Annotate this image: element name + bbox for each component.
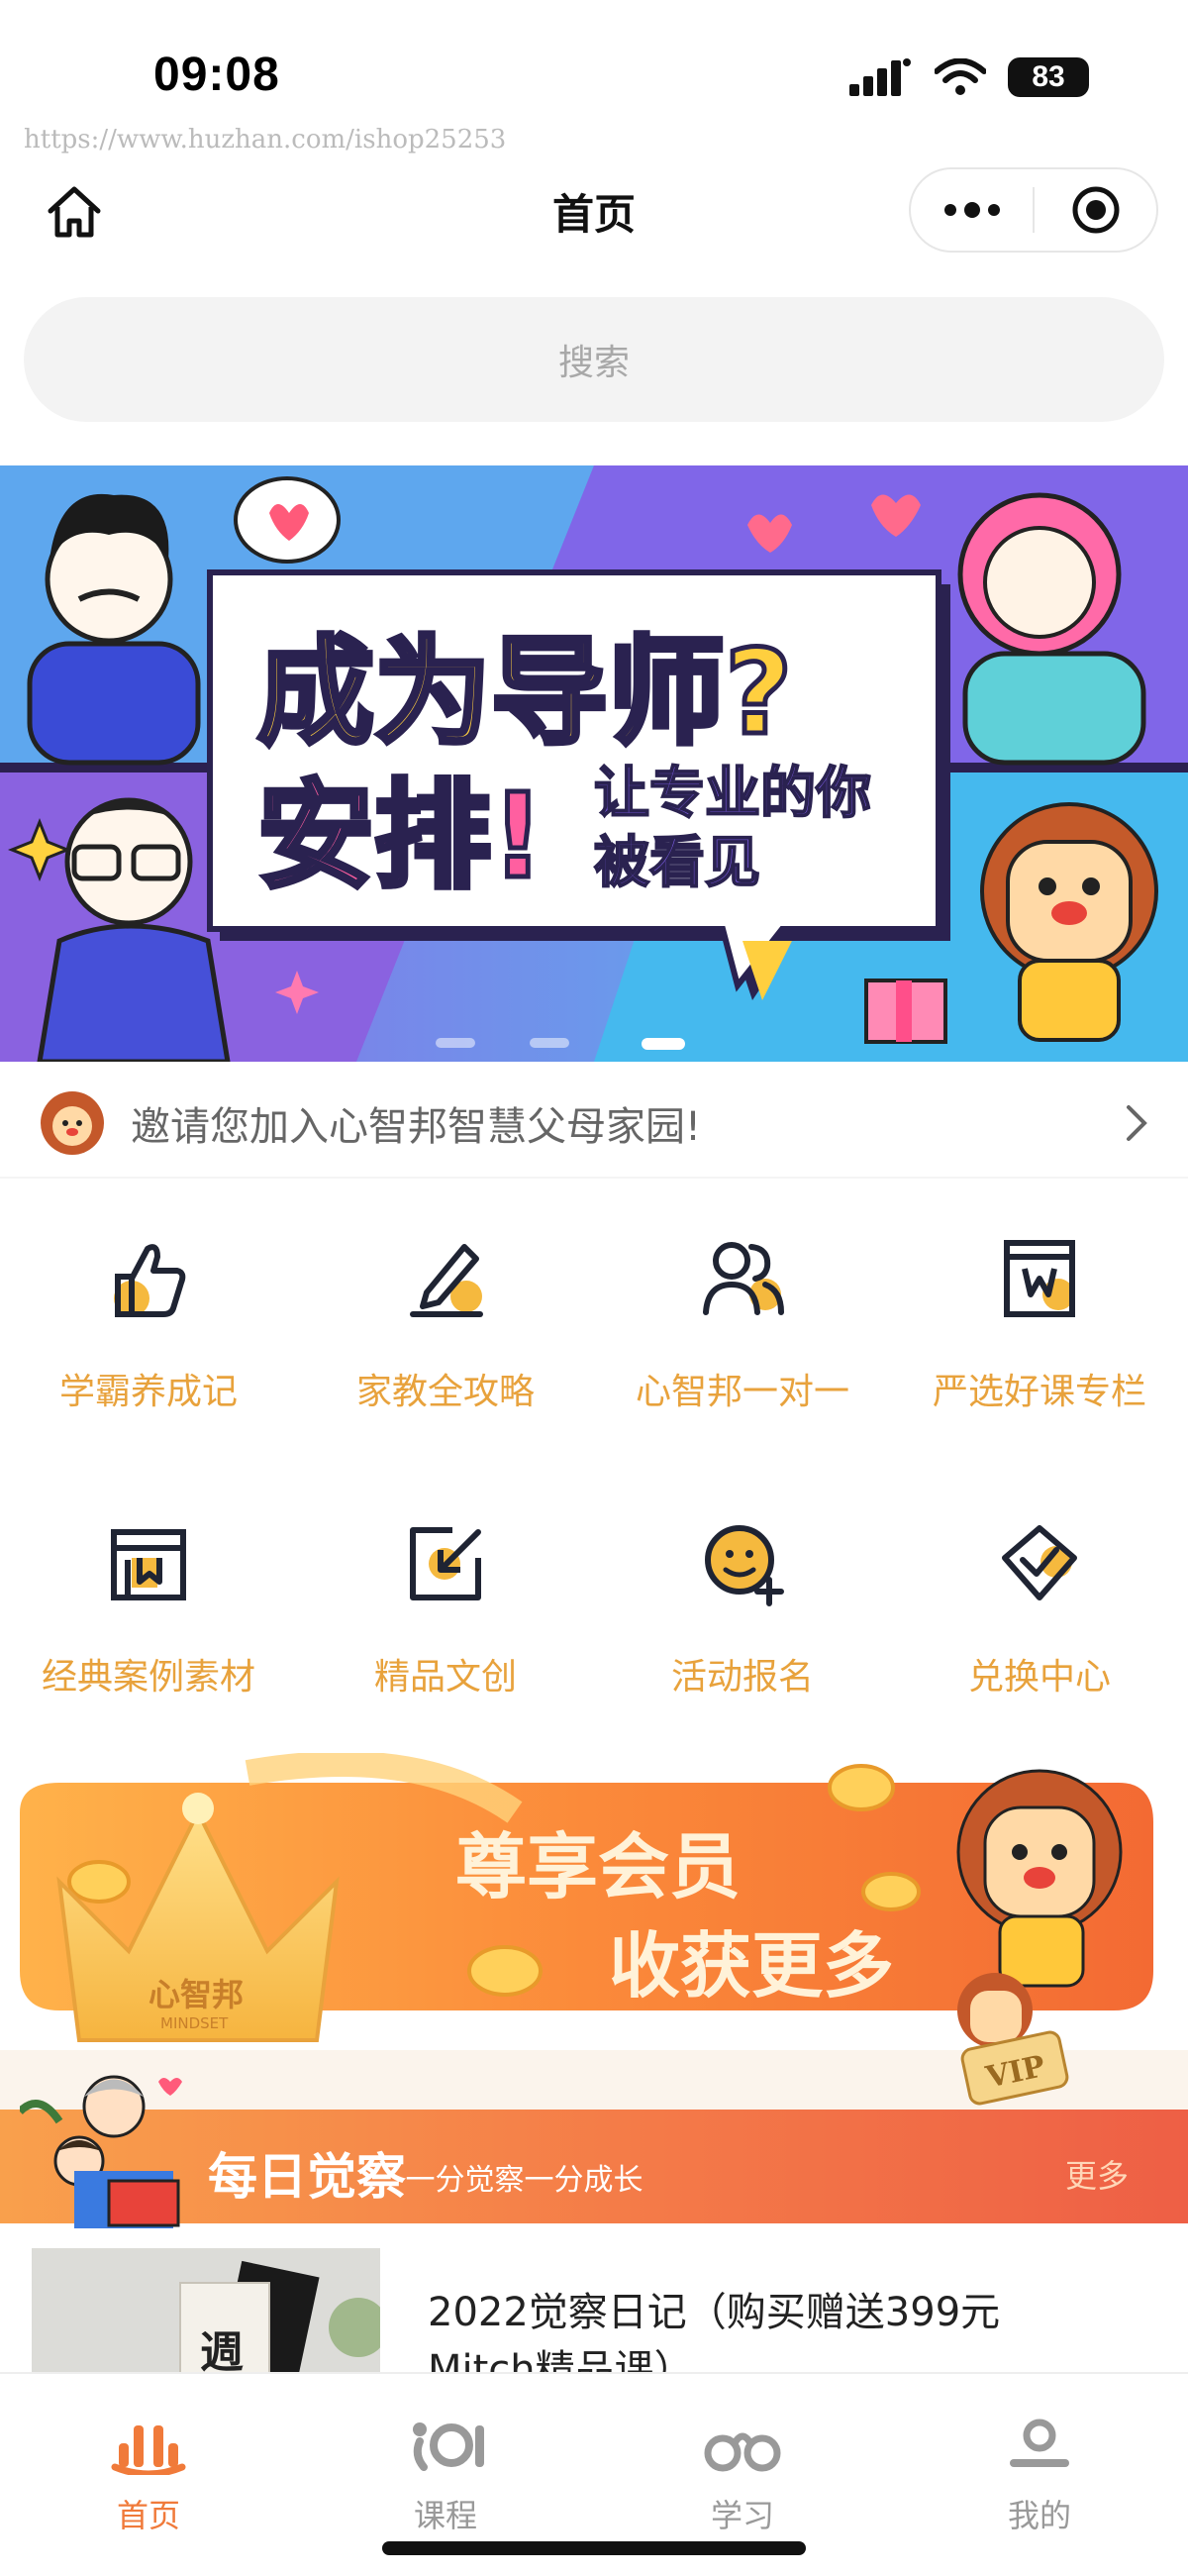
tab-profile[interactable]: 我的 bbox=[891, 2374, 1188, 2576]
daily-more-link[interactable]: 更多 bbox=[1065, 2151, 1129, 2197]
home-button[interactable] bbox=[40, 177, 109, 247]
smile-add-icon bbox=[705, 1525, 784, 1606]
nav-bar: 首页 bbox=[0, 163, 1188, 258]
watermark-url: https://www.huzhan.com/ishop25253 bbox=[24, 125, 507, 155]
tab-label: 学习 bbox=[710, 2497, 774, 2534]
battery-indicator: 83 bbox=[1008, 57, 1089, 97]
banner-dot-active[interactable] bbox=[642, 1038, 685, 1050]
banner-illustration: 成为导师? 安排! 让专业的你 被看见 bbox=[0, 465, 1188, 1062]
promo-banner[interactable]: 成为导师? 安排! 让专业的你 被看见 bbox=[0, 465, 1188, 1062]
status-time: 09:08 bbox=[153, 49, 280, 101]
mini-program-capsule bbox=[909, 167, 1158, 253]
target-close-icon bbox=[1072, 186, 1119, 234]
menu-label: 心智邦一对一 bbox=[635, 1372, 849, 1412]
menu-item-wenchuang[interactable]: 精品文创 bbox=[297, 1513, 594, 1700]
users-icon bbox=[703, 1242, 784, 1315]
banner-headline: 成为导师? bbox=[257, 624, 792, 761]
close-button[interactable] bbox=[1035, 169, 1156, 251]
menu-item-cases[interactable]: 经典案例素材 bbox=[0, 1513, 297, 1700]
banner-subline: 安排! bbox=[257, 768, 544, 904]
thumb-text: 週 bbox=[200, 2327, 244, 2377]
menu-label: 精品文创 bbox=[373, 1657, 517, 1698]
crown-brand: 心智邦 bbox=[148, 1976, 244, 2013]
vip-line2: 收获更多 bbox=[609, 1924, 894, 2008]
banner-tagline-line1: 让专业的你 bbox=[594, 762, 871, 826]
notice-bar[interactable]: 邀请您加入心智邦智慧父母家园! bbox=[0, 1070, 1188, 1179]
more-button[interactable] bbox=[911, 169, 1033, 251]
status-icons: 83 bbox=[849, 57, 1089, 97]
notice-text: 邀请您加入心智邦智慧父母家园! bbox=[131, 1104, 702, 1150]
diamond-check-icon bbox=[1002, 1525, 1077, 1600]
tab-label: 首页 bbox=[116, 2497, 180, 2534]
daily-subtitle: ·一分觉察一分成长 bbox=[396, 2163, 644, 2198]
search-placeholder: 搜索 bbox=[557, 343, 630, 383]
edit-square-icon bbox=[410, 1527, 481, 1600]
daily-title: 每日觉察 bbox=[208, 2147, 406, 2206]
menu-label: 兑换中心 bbox=[967, 1657, 1111, 1698]
tab-label: 我的 bbox=[1007, 2497, 1071, 2534]
menu-item-one-on-one[interactable]: 心智邦一对一 bbox=[594, 1228, 891, 1414]
home-indicator bbox=[382, 2541, 806, 2555]
banner-dot[interactable] bbox=[530, 1038, 569, 1048]
menu-item-events[interactable]: 活动报名 bbox=[594, 1513, 891, 1700]
banner-dot[interactable] bbox=[436, 1038, 475, 1048]
article-thumbnail: 週 bbox=[32, 2248, 380, 2377]
tab-label: 课程 bbox=[413, 2497, 477, 2534]
banner-tagline-line2: 被看见 bbox=[594, 831, 760, 895]
pen-icon bbox=[410, 1244, 483, 1317]
bookmark-book-icon bbox=[111, 1529, 186, 1600]
more-dots-icon bbox=[943, 202, 1000, 218]
parent-child-illustration bbox=[20, 2075, 182, 2228]
menu-item-courses[interactable]: 严选好课专栏 bbox=[891, 1228, 1188, 1414]
article-item[interactable]: 週 2022觉察日记（购买赠送399元Mitch精品课） bbox=[32, 2248, 1160, 2393]
menu-item-xueba[interactable]: 学霸养成记 bbox=[0, 1228, 297, 1414]
home-icon bbox=[48, 186, 101, 238]
thumbs-up-icon bbox=[114, 1244, 186, 1317]
book-frame-icon bbox=[1004, 1240, 1075, 1317]
crown-brand-en: MINDSET bbox=[160, 2014, 229, 2032]
menu-label: 严选好课专栏 bbox=[932, 1372, 1146, 1412]
menu-label: 家教全攻略 bbox=[355, 1372, 535, 1412]
tab-home[interactable]: 首页 bbox=[0, 2374, 297, 2576]
glasses-icon bbox=[704, 2432, 781, 2472]
vip-line1: 尊享会员 bbox=[455, 1825, 741, 1908]
cellular-signal-icon bbox=[849, 58, 911, 96]
menu-label: 活动报名 bbox=[670, 1657, 814, 1698]
menu-item-exchange[interactable]: 兑换中心 bbox=[891, 1513, 1188, 1700]
wifi-icon bbox=[935, 58, 986, 95]
course-icon bbox=[413, 2422, 484, 2471]
status-bar: 09:08 83 bbox=[0, 0, 1188, 139]
menu-label: 学霸养成记 bbox=[58, 1372, 238, 1412]
home-bars-icon bbox=[111, 2425, 186, 2475]
menu-label: 经典案例素材 bbox=[41, 1657, 255, 1698]
menu-grid: 学霸养成记 家教全攻略 心智邦一对一 严选好课专栏 经典案例素材 精品文创 活动… bbox=[0, 1228, 1188, 1700]
search-input[interactable]: 搜索 bbox=[24, 297, 1164, 422]
profile-icon bbox=[1010, 2419, 1069, 2467]
menu-item-jiajiao[interactable]: 家教全攻略 bbox=[297, 1228, 594, 1414]
lion-avatar-icon bbox=[41, 1091, 104, 1155]
article-title: 2022觉察日记（购买赠送399元Mitch精品课） bbox=[428, 2290, 1001, 2393]
chevron-right-icon bbox=[1127, 1105, 1147, 1141]
